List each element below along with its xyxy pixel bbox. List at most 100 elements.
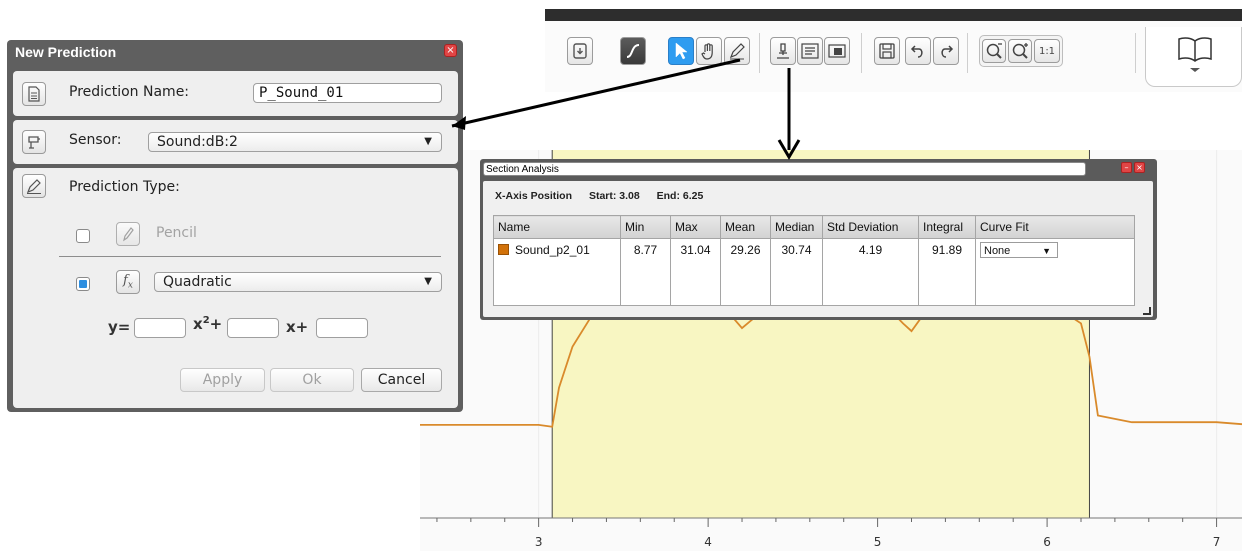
- series-color-swatch: [498, 244, 509, 255]
- select-pointer-button[interactable]: [668, 37, 694, 65]
- dialog-close-button[interactable]: ×: [444, 44, 457, 57]
- new-prediction-dialog: New Prediction × Prediction Name: P_Soun…: [7, 40, 463, 412]
- prediction-name-input[interactable]: P_Sound_01: [253, 83, 442, 103]
- table-row-empty: [493, 283, 1135, 306]
- import-icon: [573, 43, 587, 59]
- table-row-empty: [493, 261, 1135, 283]
- sensor-select-value: Sound:dB:2: [157, 134, 238, 150]
- close-icon: ×: [446, 45, 455, 56]
- snapshot-button[interactable]: [824, 37, 850, 65]
- minimize-button[interactable]: –: [1121, 162, 1132, 173]
- minimize-icon: –: [1124, 163, 1129, 172]
- journal-book-icon: [1178, 37, 1212, 72]
- zoom-out-button[interactable]: [982, 39, 1006, 63]
- resize-grip[interactable]: [1143, 307, 1151, 315]
- x-axis-position-info: X-Axis Position Start: 3.08 End: 6.25: [495, 190, 717, 202]
- apply-button[interactable]: Apply: [180, 368, 265, 392]
- table-row[interactable]: Sound_p2_01 8.77 31.04 29.26 30.74 4.19 …: [493, 238, 1135, 261]
- column-header-integral[interactable]: Integral: [918, 215, 976, 239]
- curve-icon: [626, 44, 640, 58]
- cell-curve-fit: None ▼: [975, 238, 1135, 261]
- x-tick-label-4: 4: [704, 535, 712, 549]
- curve-type-select[interactable]: Quadratic ▼: [154, 272, 442, 292]
- column-header-std-deviation[interactable]: Std Deviation: [822, 215, 919, 239]
- sensor-icon: [28, 136, 40, 149]
- save-icon: [879, 43, 895, 59]
- hand-pan-button[interactable]: [696, 37, 722, 65]
- sensor-select[interactable]: Sound:dB:2 ▼: [148, 132, 442, 152]
- coefficient-c-input[interactable]: [316, 318, 368, 338]
- pencil-label: Pencil: [156, 225, 197, 241]
- end-value: End: 6.25: [656, 190, 704, 202]
- journal-tab[interactable]: [1145, 27, 1242, 87]
- prediction-pencil-button[interactable]: [724, 37, 750, 65]
- undo-icon: [910, 45, 923, 58]
- prediction-type-label: Prediction Type:: [69, 179, 180, 195]
- section-analysis-body: X-Axis Position Start: 3.08 End: 6.25 Na…: [483, 181, 1153, 317]
- cell-std-deviation: 4.19: [822, 238, 919, 261]
- prediction-type-section: Prediction Type: Pencil fx Quadratic ▼ y=…: [13, 168, 458, 408]
- zoom-reset-label: 1:1: [1038, 45, 1056, 57]
- cell-min: 8.77: [620, 238, 671, 261]
- close-icon: ×: [1136, 163, 1143, 172]
- series-name: Sound_p2_01: [515, 243, 590, 257]
- undo-button[interactable]: [905, 37, 931, 65]
- ok-button[interactable]: Ok: [270, 368, 354, 392]
- x-axis-position-label: X-Axis Position: [495, 190, 573, 202]
- cancel-button[interactable]: Cancel: [361, 368, 442, 392]
- zoom-in-button[interactable]: [1008, 39, 1032, 63]
- column-header-max[interactable]: Max: [670, 215, 721, 239]
- column-header-min[interactable]: Min: [620, 215, 671, 239]
- main-toolbar: 1:1: [545, 9, 1242, 92]
- section-analysis-title[interactable]: Section Analysis: [483, 162, 1086, 176]
- curve-fit-value: None: [984, 245, 1011, 257]
- prediction-pencil-icon-box: [22, 174, 46, 198]
- chevron-down-icon: ▼: [424, 276, 432, 287]
- zoom-in-icon: [1012, 43, 1028, 59]
- column-header-median[interactable]: Median: [770, 215, 823, 239]
- type-divider: [59, 256, 441, 257]
- cell-median: 30.74: [770, 238, 823, 261]
- x-tick-label-6: 6: [1043, 535, 1051, 549]
- pencil-icon-box: [116, 222, 140, 246]
- document-icon-box: [22, 82, 46, 106]
- equation-plus: +: [209, 315, 223, 333]
- curve-fit-select[interactable]: None ▼: [980, 242, 1058, 258]
- equation-x-label: x+: [286, 318, 309, 336]
- import-button[interactable]: [567, 37, 593, 65]
- zoom-out-icon: [986, 43, 1002, 59]
- x-tick-label-3: 3: [535, 535, 543, 549]
- curve-button[interactable]: [620, 37, 646, 65]
- pencil-checkbox[interactable]: [76, 229, 90, 243]
- select-pointer-icon: [675, 42, 688, 60]
- curve-type-checkbox[interactable]: [76, 277, 90, 291]
- redo-button[interactable]: [933, 37, 959, 65]
- analysis-button[interactable]: [770, 37, 796, 65]
- microscope-analysis-icon: [777, 43, 789, 59]
- statistics-table: Name Min Max Mean Median Std Deviation I…: [493, 215, 1135, 306]
- sensor-icon-box: [22, 130, 46, 154]
- chevron-down-icon: ▼: [1042, 246, 1051, 256]
- coefficient-a-input[interactable]: [134, 318, 186, 338]
- column-header-curve-fit[interactable]: Curve Fit: [975, 215, 1135, 239]
- document-icon: [28, 86, 40, 102]
- column-header-mean[interactable]: Mean: [720, 215, 771, 239]
- x-tick-label-7: 7: [1213, 535, 1221, 549]
- notes-button[interactable]: [797, 37, 823, 65]
- save-button[interactable]: [874, 37, 900, 65]
- zoom-reset-button[interactable]: 1:1: [1034, 39, 1060, 63]
- equation-y-label: y=: [108, 318, 131, 336]
- cell-mean: 29.26: [720, 238, 771, 261]
- prediction-pencil-icon: [26, 179, 41, 194]
- prediction-name-section: Prediction Name: P_Sound_01: [13, 71, 458, 116]
- column-header-name[interactable]: Name: [493, 215, 621, 239]
- dialog-title: New Prediction: [15, 44, 117, 60]
- close-button[interactable]: ×: [1134, 162, 1145, 173]
- curve-type-value: Quadratic: [163, 274, 232, 290]
- function-fx-icon: fx: [123, 273, 133, 291]
- sensor-label: Sensor:: [69, 132, 122, 148]
- chevron-down-icon: ▼: [424, 136, 432, 147]
- snapshot-icon: [828, 44, 846, 58]
- coefficient-b-input[interactable]: [227, 318, 279, 338]
- equation-x2-label: x2+: [193, 315, 222, 333]
